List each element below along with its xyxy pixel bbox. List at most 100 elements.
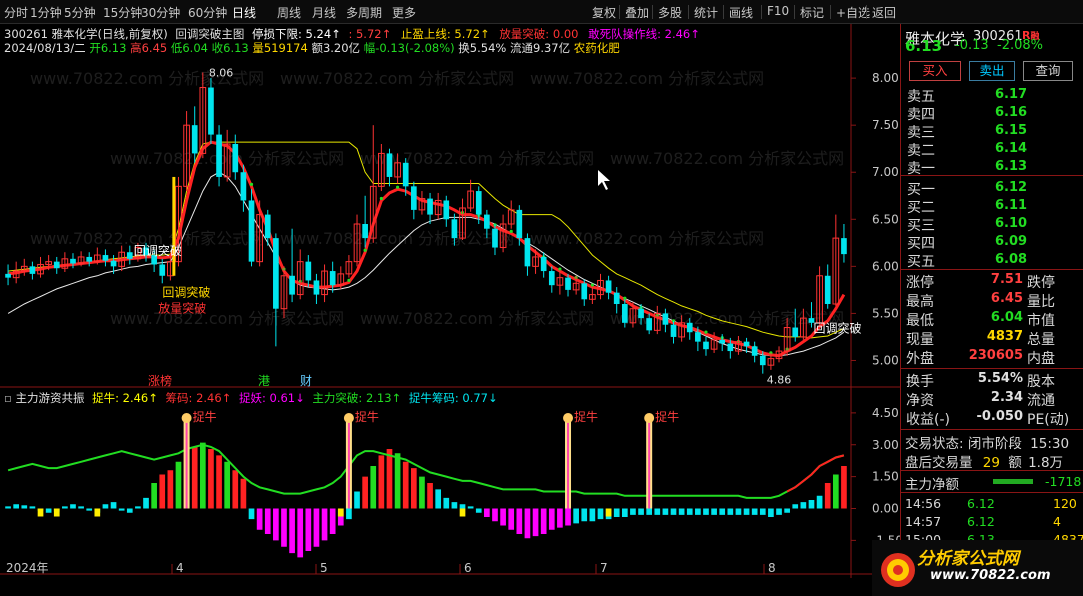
money-bag-icon [644, 413, 655, 423]
quote-panel: 雅本化学 300261 R融 6.13 -0.13 -2.08% 买入 卖出 查… [900, 24, 1083, 596]
indicator-collapse-icon[interactable]: ▫ [4, 391, 12, 405]
support-dot [249, 182, 254, 186]
indicator-bar [86, 508, 93, 511]
indicator-bar [281, 508, 287, 547]
candle-body [410, 186, 417, 210]
trade-status: 交易状态: 闭市阶段 15:30 [905, 432, 1069, 452]
indicator-bar [508, 508, 515, 530]
candle-body [102, 255, 109, 261]
watermark-text: www.70822.com 分析家公式网 [280, 229, 514, 248]
candle-body [686, 322, 693, 333]
tool-5[interactable]: F10 [767, 4, 789, 18]
tab-8[interactable]: 月线 [312, 4, 336, 21]
catch-bull-value: 捉牛: 2.46↑ [92, 391, 158, 405]
tab-4[interactable]: 30分钟 [141, 4, 180, 21]
tool-1[interactable]: 叠加 [625, 4, 649, 21]
query-button[interactable]: 查询 [1023, 61, 1073, 81]
indicator-bar [735, 508, 742, 515]
candle-body [662, 313, 669, 325]
stats2-divider [901, 368, 1083, 369]
ask-row: 卖四 6.16 [905, 104, 1081, 123]
indicator-yellow-bar [53, 508, 60, 517]
ask-row: 卖五 6.17 [905, 86, 1081, 105]
ind-tick-label: 3.00 [872, 438, 899, 452]
tool-3[interactable]: 统计 [694, 4, 718, 21]
candle-body [427, 198, 433, 215]
x-axis-label: 5 [320, 561, 328, 575]
candle-body [613, 292, 620, 304]
ind-tick-label: 4.50 [872, 406, 899, 420]
tab-6[interactable]: 日线 [232, 4, 256, 21]
candle-body [719, 339, 726, 344]
tab-10[interactable]: 更多 [392, 4, 416, 21]
indicator-bar [630, 508, 636, 515]
candle-body [646, 318, 653, 331]
candle-body [86, 256, 93, 262]
candle-body [402, 162, 409, 187]
indicator-bar [151, 483, 157, 509]
ask-label: 卖五 [907, 89, 935, 105]
sell-button[interactable]: 卖出 [969, 61, 1015, 81]
badge-url: www.70822.com [930, 568, 1051, 583]
indicator-bar [475, 508, 482, 513]
tab-9[interactable]: 多周期 [346, 4, 382, 21]
candle-body [443, 200, 450, 220]
indicator-yellow-bar [459, 508, 466, 517]
candle-body [792, 327, 799, 337]
indicator-bar [264, 508, 271, 534]
indicator-bar [78, 506, 84, 509]
indicator-bar [816, 495, 823, 509]
tab-3[interactable]: 15分钟 [103, 4, 142, 21]
tab-2[interactable]: 5分钟 [64, 4, 96, 21]
indicator-bar [135, 506, 141, 509]
tab-1[interactable]: 1分钟 [30, 4, 62, 21]
buy-button[interactable]: 买入 [909, 61, 961, 81]
candle-body [581, 283, 588, 300]
indicator-header: ▫ 主力游资共振 捉牛: 2.46↑ 筹码: 2.46↑ 捉妖: 0.61↓ 主… [4, 390, 498, 406]
tool-6[interactable]: 标记 [800, 4, 824, 21]
price-tick-label: 5.00 [872, 353, 899, 367]
tab-7[interactable]: 周线 [277, 4, 301, 21]
indicator-bar [354, 491, 360, 509]
stat-row: 外盘 230605 内盘 [905, 348, 1081, 367]
tool-sep-1 [619, 5, 620, 19]
ma-white-line [7, 171, 845, 357]
candle-body [386, 153, 393, 177]
bar-high: 高6.45 [130, 41, 168, 55]
tick-volume: 4 [1053, 514, 1061, 529]
tool-sep-2 [652, 5, 653, 19]
tool-4[interactable]: 画线 [729, 4, 753, 21]
tab-0[interactable]: 分时 [4, 4, 28, 21]
indicator-name: 主力游资共振 [15, 391, 85, 405]
indicator-bar [573, 508, 579, 524]
stock-title: 300261 雅本化学(日线,前复权) [4, 27, 168, 41]
bar-close: 收6.13 [211, 41, 249, 55]
after-vol-label: 盘后交易量 [905, 455, 973, 471]
candle-body [53, 261, 60, 269]
indicator-bar [581, 508, 588, 522]
indicator-bar [500, 508, 506, 526]
stat2-value: 2.34 [990, 390, 1023, 405]
tool-7[interactable]: +自选 [836, 4, 870, 21]
tool-0[interactable]: 复权 [592, 4, 616, 21]
indicator-chart[interactable]: 4.503.001.500.00-1.50捉牛捉牛捉牛捉牛2024年45678 [0, 388, 900, 578]
tool-8[interactable]: 返回 [872, 4, 896, 21]
indicator-bar [62, 506, 68, 509]
indicator-bar [711, 508, 717, 515]
candle-body [110, 260, 117, 267]
volume-break-spike [172, 176, 176, 276]
price-tick-label: 8.00 [872, 71, 899, 85]
stat-row: 最低 6.04 市值 [905, 310, 1081, 329]
candle-body [305, 261, 312, 281]
price-tick-label: 5.50 [872, 306, 899, 320]
candle-body [524, 238, 531, 267]
support-dot [347, 278, 351, 282]
stat-label: 现量 [906, 332, 934, 348]
tool-2[interactable]: 多股 [658, 4, 682, 21]
kline-chart[interactable]: www.70822.com 分析家公式网 www.70822.com 分析家公式网… [0, 24, 900, 388]
orderbook-divider [901, 175, 1083, 176]
indicator-bar [191, 446, 198, 509]
candle-body [5, 273, 11, 278]
tab-5[interactable]: 60分钟 [188, 4, 227, 21]
support-dot [395, 185, 400, 189]
